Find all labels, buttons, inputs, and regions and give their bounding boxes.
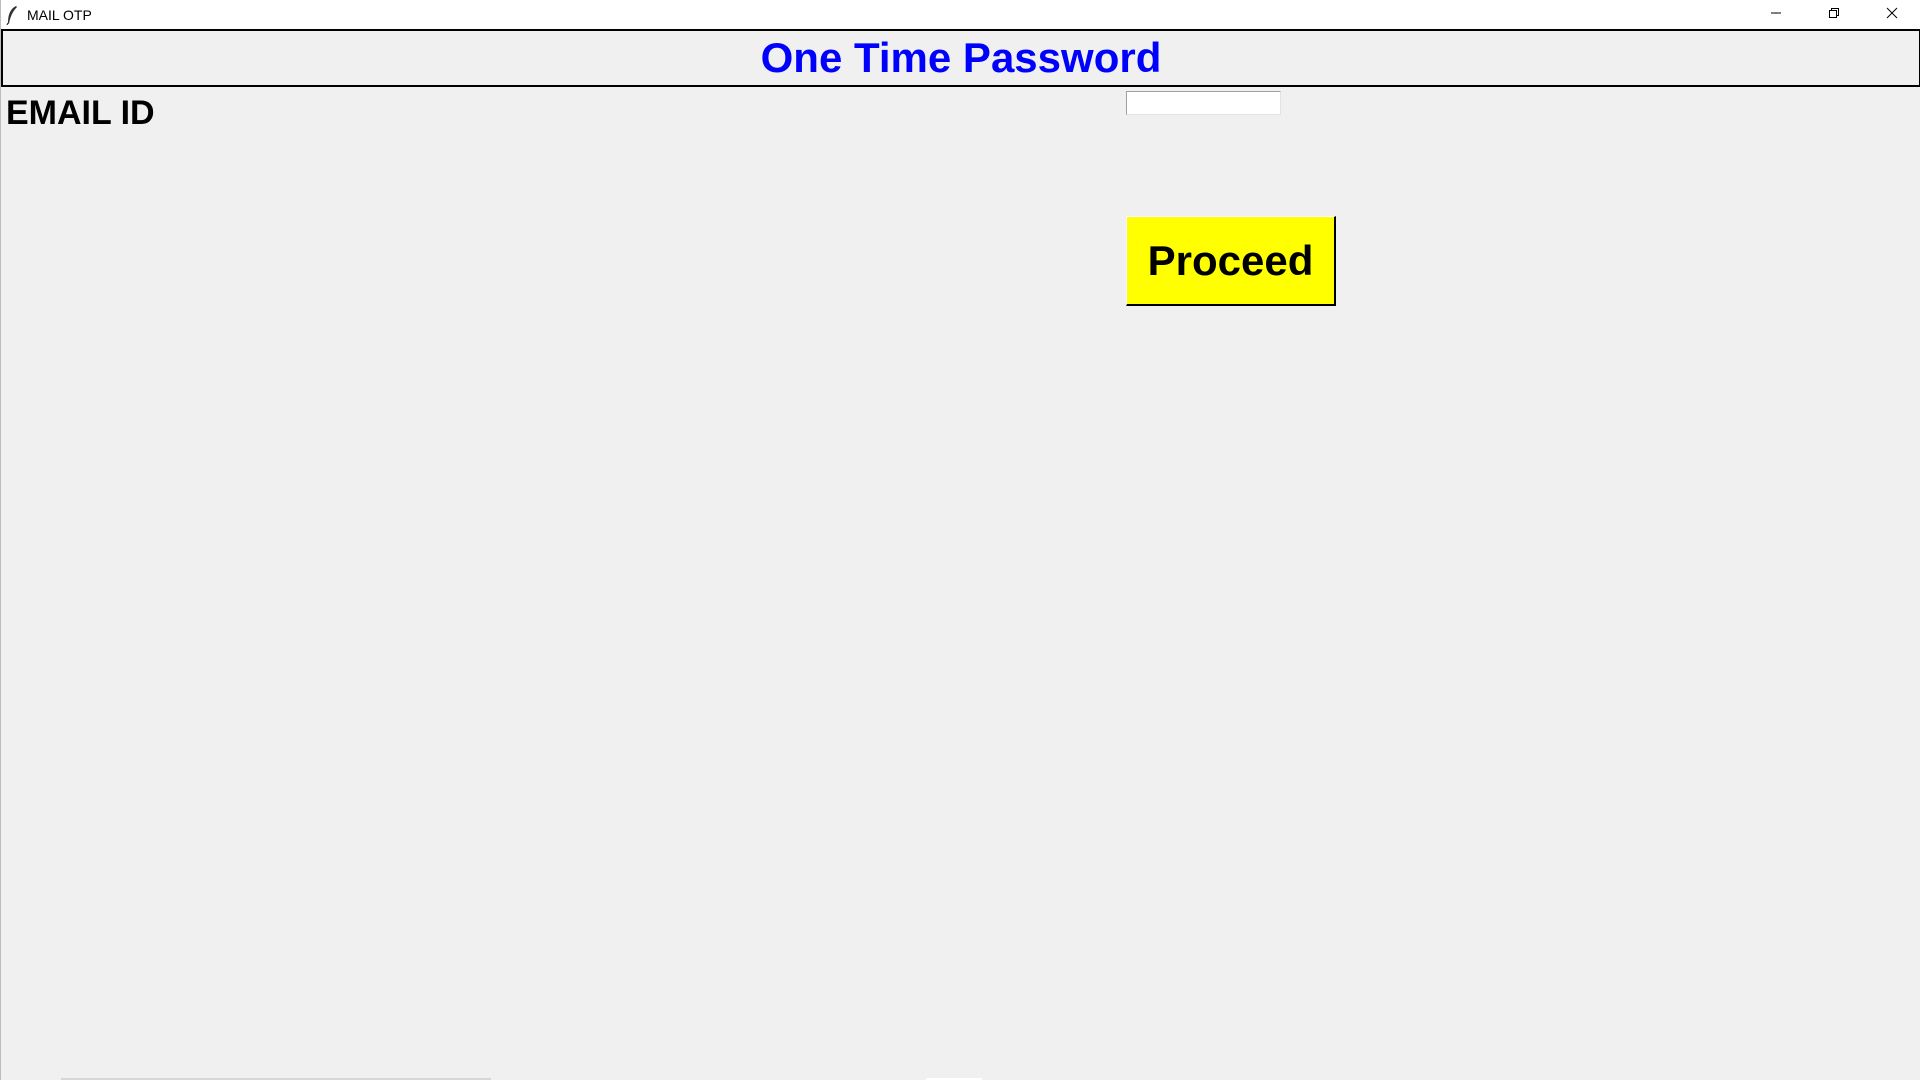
feather-icon: [5, 5, 19, 25]
restore-icon: [1828, 6, 1840, 24]
page-title: One Time Password: [760, 34, 1162, 81]
minimize-icon: [1770, 6, 1782, 24]
close-icon: [1886, 6, 1898, 24]
app-window: MAIL OTP One Time Password EMAIL ID Proc…: [0, 0, 1920, 1080]
email-label: EMAIL ID: [6, 94, 155, 132]
minimize-button[interactable]: [1747, 0, 1805, 29]
close-button[interactable]: [1863, 0, 1920, 29]
window-title: MAIL OTP: [27, 6, 92, 23]
email-input[interactable]: [1126, 91, 1281, 115]
window-controls: [1747, 0, 1920, 29]
title-bar[interactable]: MAIL OTP: [1, 0, 1920, 29]
proceed-button[interactable]: Proceed: [1126, 216, 1336, 306]
header-banner: One Time Password: [1, 29, 1920, 87]
restore-button[interactable]: [1805, 0, 1863, 29]
